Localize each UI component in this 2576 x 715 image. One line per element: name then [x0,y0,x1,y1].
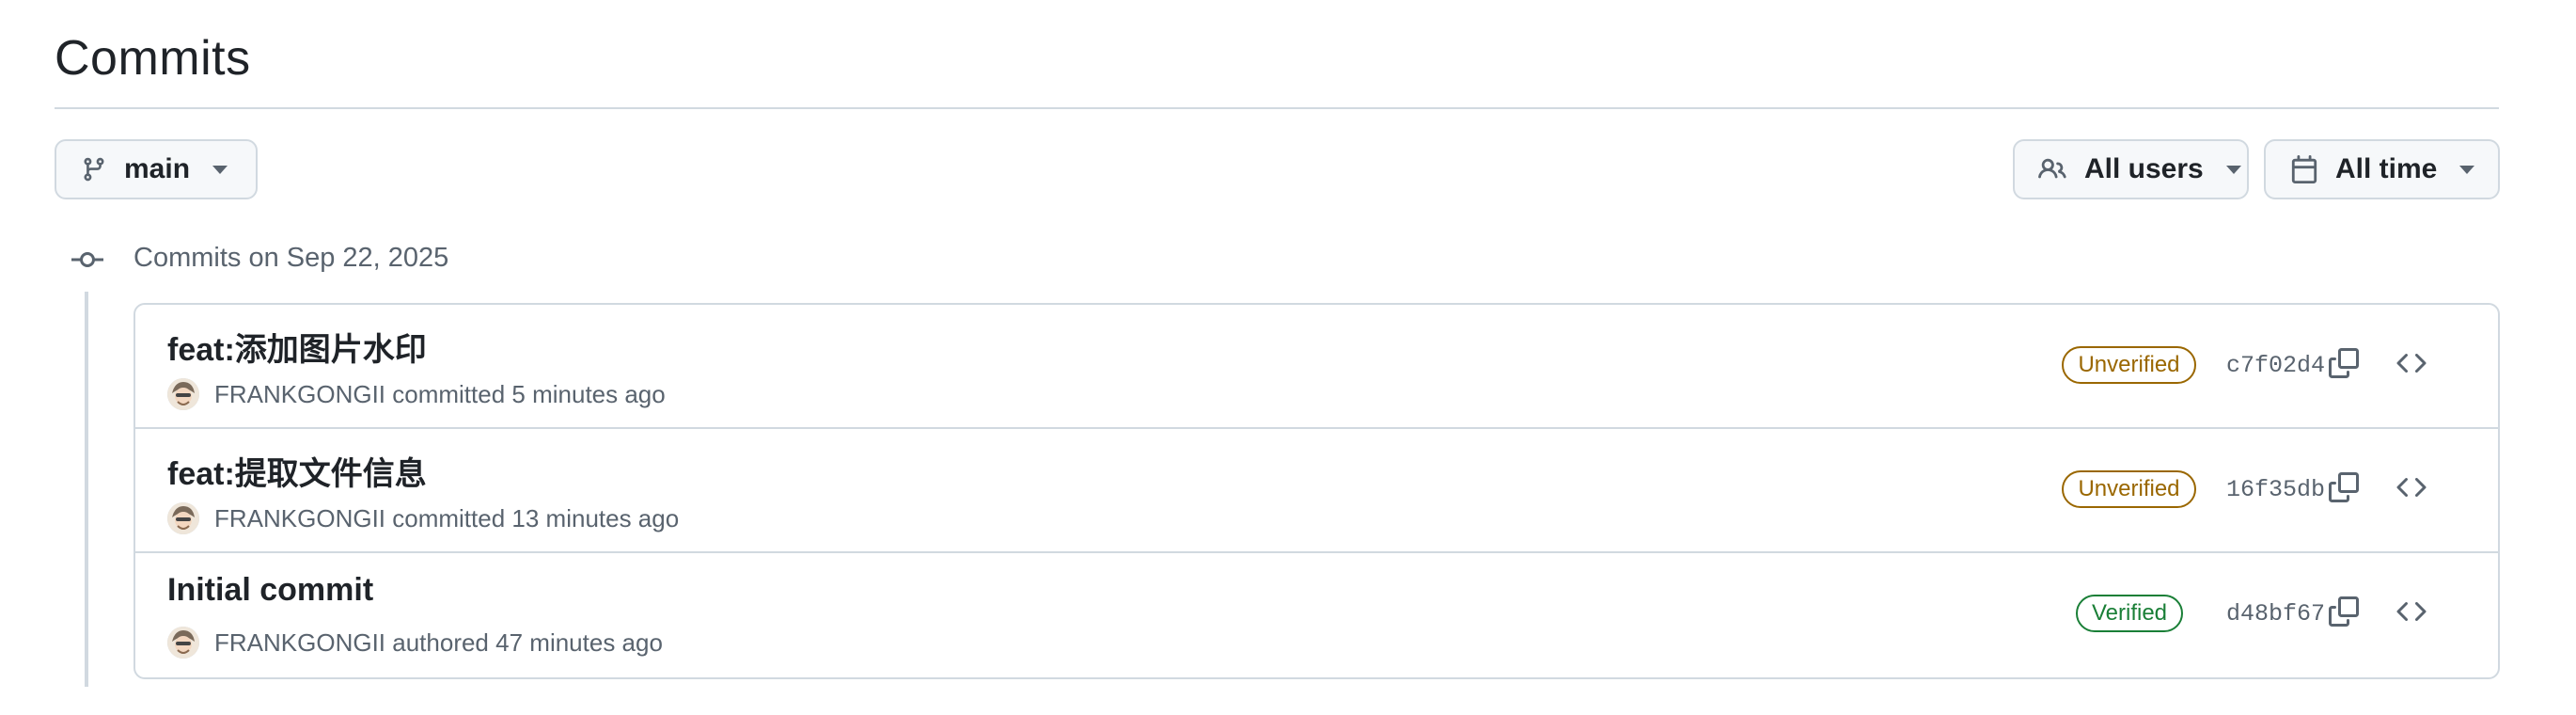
chevron-down-icon [2225,165,2241,174]
commit-sha[interactable]: c7f02d4 [2226,352,2325,379]
time-filter-label: All time [2335,153,2438,184]
copy-icon [2329,596,2359,631]
copy-sha-button[interactable] [2325,470,2363,508]
author-name[interactable]: FRANKGONGII [214,504,385,533]
author-name[interactable]: FRANKGONGII [214,628,385,658]
users-filter-label: All users [2084,153,2204,184]
calendar-icon [2290,154,2318,184]
commit-time: 13 minutes ago [511,503,680,532]
code-icon [2396,596,2427,631]
branch-label: main [124,153,191,184]
commit-row: Initial commit FRANKGONGII authored 47 m… [135,553,2498,677]
page-title: Commits [55,31,251,86]
commit-action: committed [392,379,506,408]
browse-repo-button[interactable] [2393,346,2430,384]
commit-row: feat:提取文件信息 FRANKGONGII committed 13 min… [135,429,2498,553]
verification-badge[interactable]: Verified [2076,595,2183,632]
commit-time: 5 minutes ago [511,379,666,408]
branch-select-button[interactable]: main [55,139,258,199]
verification-badge[interactable]: Unverified [2062,346,2196,384]
avatar[interactable] [167,502,199,534]
avatar[interactable] [167,378,199,410]
commit-action: committed [392,503,506,532]
title-divider [55,107,2499,109]
commit-row: feat:添加图片水印 FRANKGONGII committed 5 minu… [135,305,2498,429]
copy-sha-button[interactable] [2325,346,2363,384]
commit-action: authored [392,628,489,657]
chevron-down-icon [212,165,228,174]
commit-sha[interactable]: d48bf67 [2226,600,2325,628]
browse-repo-button[interactable] [2393,470,2430,508]
commit-message-link[interactable]: feat:提取文件信息 [167,448,427,494]
people-icon [2037,155,2067,183]
chevron-down-icon [2459,165,2475,174]
commit-sha[interactable]: 16f35db [2226,476,2325,503]
commit-list: feat:添加图片水印 FRANKGONGII committed 5 minu… [134,303,2500,679]
author-name[interactable]: FRANKGONGII [214,380,385,409]
users-filter-button[interactable]: All users [2013,139,2249,199]
commit-message-link[interactable]: feat:添加图片水印 [167,324,427,370]
code-icon [2396,348,2427,383]
copy-icon [2329,471,2359,507]
commit-meta: FRANKGONGII committed 13 minutes ago [167,502,679,534]
commit-meta: FRANKGONGII committed 5 minutes ago [167,378,666,410]
git-commit-icon [71,250,103,274]
time-filter-button[interactable]: All time [2264,139,2500,199]
avatar[interactable] [167,627,199,659]
git-branch-icon [81,155,107,183]
commit-time: 47 minutes ago [495,628,663,657]
commit-message-link[interactable]: Initial commit [167,572,373,609]
code-icon [2396,472,2427,507]
copy-sha-button[interactable] [2325,595,2363,632]
browse-repo-button[interactable] [2393,595,2430,632]
commit-group-date: Commits on Sep 22, 2025 [134,243,449,273]
commit-meta: FRANKGONGII authored 47 minutes ago [167,627,663,659]
copy-icon [2329,347,2359,383]
timeline-line [85,292,88,687]
verification-badge[interactable]: Unverified [2062,470,2196,508]
